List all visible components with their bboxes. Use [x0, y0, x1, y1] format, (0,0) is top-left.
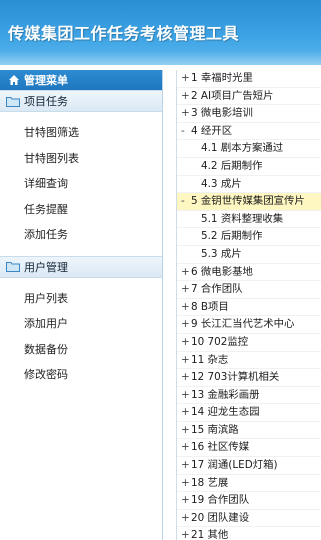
expand-toggle[interactable]: +: [181, 439, 191, 457]
tree-item-label: 10 702监控: [191, 335, 249, 348]
tree-item[interactable]: +21 其他: [177, 527, 321, 540]
group-title: 用户管理: [24, 260, 68, 274]
tree-item[interactable]: -5 金钥世传媒集团宣传片: [177, 193, 321, 211]
group-project-tasks[interactable]: 项目任务: [0, 90, 162, 112]
expand-toggle[interactable]: +: [181, 334, 191, 352]
tree-item-label: 16 社区传媒: [191, 441, 250, 454]
tree-item-label: 2 AI项目广告短片: [191, 89, 274, 102]
sidebar: 管理菜单 项目任务 甘特图筛选 甘特图列表 详细查询 任务提醒 添加任务 用户管…: [0, 70, 163, 540]
tree-item-label: 15 南滨路: [191, 423, 239, 436]
menu-title: 管理菜单: [24, 74, 68, 87]
tree-subitem[interactable]: 4.2 后期制作: [177, 158, 321, 176]
sidebar-item-add-user[interactable]: 添加用户: [0, 311, 162, 337]
tree-subitem[interactable]: 4.3 成片: [177, 176, 321, 194]
expand-toggle[interactable]: +: [181, 316, 191, 334]
collapse-toggle[interactable]: -: [181, 123, 191, 141]
tree-item-label: 4.3 成片: [201, 177, 242, 190]
tree-subitem[interactable]: 4.1 剧本方案通过: [177, 140, 321, 158]
tree-item[interactable]: +10 702监控: [177, 334, 321, 352]
tree-item-label: 9 长江汇当代艺术中心: [191, 318, 295, 331]
expand-toggle[interactable]: +: [181, 352, 191, 370]
tree-item-label: 5.1 资料整理收集: [201, 212, 284, 225]
tree-item-label: 5.2 后期制作: [201, 230, 263, 243]
group-title: 项目任务: [24, 95, 68, 108]
tree-item-label: 13 金融彩画册: [191, 388, 260, 401]
tree-item[interactable]: +14 迎龙生态园: [177, 404, 321, 422]
tree-subitem[interactable]: 5.1 资料整理收集: [177, 211, 321, 229]
tree-item-label: 18 艺展: [191, 476, 229, 489]
tree-item-label: 12 703计算机相关: [191, 371, 280, 384]
expand-toggle[interactable]: +: [181, 299, 191, 317]
group-user-management-list: 用户列表 添加用户 数据备份 修改密码: [0, 278, 162, 388]
tree-item[interactable]: +9 长江汇当代艺术中心: [177, 316, 321, 334]
sidebar-item-data-backup[interactable]: 数据备份: [0, 337, 162, 363]
expand-toggle[interactable]: +: [181, 475, 191, 493]
expand-toggle[interactable]: +: [181, 527, 191, 540]
tree-item-label: 20 团队建设: [191, 511, 250, 524]
folder-icon: [6, 96, 20, 107]
sidebar-item-add-task[interactable]: 添加任务: [0, 222, 162, 248]
tree-item[interactable]: +18 艺展: [177, 475, 321, 493]
tree-item[interactable]: +13 金融彩画册: [177, 387, 321, 405]
tree-item-label: 4.1 剧本方案通过: [201, 142, 284, 155]
tree-item[interactable]: +7 合作团队: [177, 281, 321, 299]
tree-item[interactable]: +12 703计算机相关: [177, 369, 321, 387]
tree-item-label: 14 迎龙生态园: [191, 406, 260, 419]
tree-item-label: 5.3 成片: [201, 247, 242, 260]
expand-toggle[interactable]: +: [181, 369, 191, 387]
tree-item[interactable]: +8 B项目: [177, 299, 321, 317]
expand-toggle[interactable]: +: [181, 105, 191, 123]
expand-toggle[interactable]: +: [181, 457, 191, 475]
tree-item-label: 3 微电影培训: [191, 107, 253, 120]
sidebar-item-user-list[interactable]: 用户列表: [0, 286, 162, 312]
tree-item[interactable]: +11 杂志: [177, 352, 321, 370]
tree-item-label: 4 经开区: [191, 124, 233, 137]
tree-item-label: 11 杂志: [191, 353, 229, 366]
expand-toggle[interactable]: +: [181, 281, 191, 299]
tree-item-label: 6 微电影基地: [191, 265, 253, 278]
tree-subitem[interactable]: 5.3 成片: [177, 246, 321, 264]
tree-subitem[interactable]: 5.2 后期制作: [177, 228, 321, 246]
tree-item-label: 17 润通(LED灯箱): [191, 459, 278, 472]
expand-toggle[interactable]: +: [181, 492, 191, 510]
expand-toggle[interactable]: +: [181, 404, 191, 422]
expand-toggle[interactable]: +: [181, 264, 191, 282]
tree-item[interactable]: +6 微电影基地: [177, 264, 321, 282]
app-header: 传媒集团工作任务考核管理工具: [0, 0, 321, 65]
tree-item-label: 8 B项目: [191, 300, 229, 313]
collapse-toggle[interactable]: -: [181, 193, 191, 211]
project-tree: +1 幸福时光里 +2 AI项目广告短片 +3 微电影培训 -4 经开区 4.1 剧本方…: [176, 70, 321, 540]
tree-item-label: 7 合作团队: [191, 283, 243, 296]
tree-item[interactable]: +15 南滨路: [177, 422, 321, 440]
expand-toggle[interactable]: +: [181, 510, 191, 528]
expand-toggle[interactable]: +: [181, 70, 191, 88]
expand-toggle[interactable]: +: [181, 387, 191, 405]
sidebar-item-gantt-list[interactable]: 甘特图列表: [0, 146, 162, 172]
sidebar-item-detail-query[interactable]: 详细查询: [0, 171, 162, 197]
tree-item[interactable]: +17 润通(LED灯箱): [177, 457, 321, 475]
menu-header: 管理菜单: [0, 70, 162, 90]
tree-item[interactable]: +20 团队建设: [177, 510, 321, 528]
sidebar-item-task-reminder[interactable]: 任务提醒: [0, 197, 162, 223]
group-user-management[interactable]: 用户管理: [0, 255, 162, 278]
tree-item[interactable]: +2 AI项目广告短片: [177, 88, 321, 106]
tree-item-label: 5 金钥世传媒集团宣传片: [191, 195, 305, 208]
folder-icon: [6, 261, 20, 272]
expand-toggle[interactable]: +: [181, 422, 191, 440]
tree-item[interactable]: +19 合作团队: [177, 492, 321, 510]
tree-item-label: 1 幸福时光里: [191, 72, 253, 84]
app-title: 传媒集团工作任务考核管理工具: [8, 24, 240, 43]
tree-item-label: 4.2 后期制作: [201, 159, 263, 172]
tree-item[interactable]: +3 微电影培训: [177, 105, 321, 123]
tree-item[interactable]: -4 经开区: [177, 123, 321, 141]
group-project-tasks-list: 甘特图筛选 甘特图列表 详细查询 任务提醒 添加任务: [0, 112, 162, 256]
tree-item-label: 19 合作团队: [191, 494, 250, 507]
sidebar-item-gantt-filter[interactable]: 甘特图筛选: [0, 120, 162, 146]
home-icon: [8, 74, 20, 86]
expand-toggle[interactable]: +: [181, 88, 191, 106]
tree-item-label: 21 其他: [191, 529, 229, 540]
tree-item[interactable]: +1 幸福时光里: [177, 70, 321, 88]
tree-item[interactable]: +16 社区传媒: [177, 439, 321, 458]
sidebar-item-change-password[interactable]: 修改密码: [0, 362, 162, 388]
